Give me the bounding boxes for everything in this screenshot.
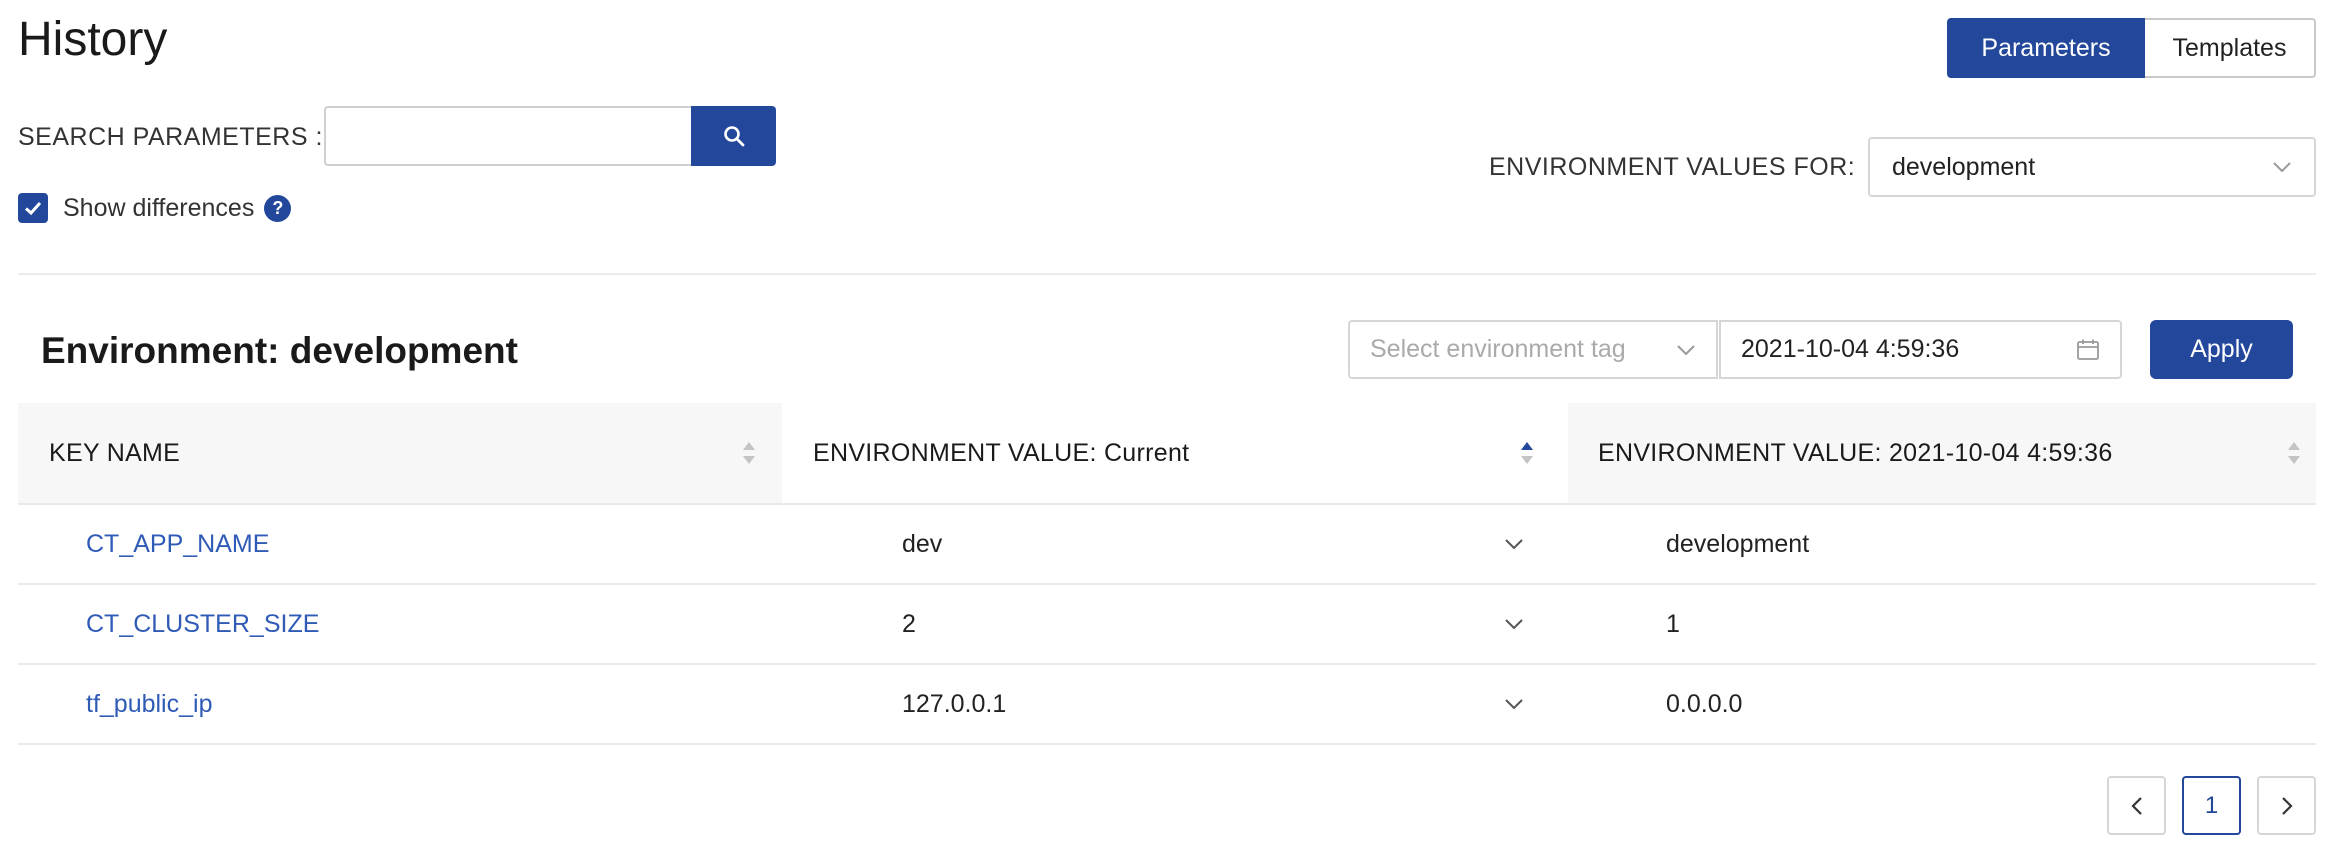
table-row: CT_APP_NAME dev development: [18, 505, 2316, 585]
key-name-link[interactable]: tf_public_ip: [86, 665, 212, 743]
show-differences-label[interactable]: Show differences: [63, 194, 254, 223]
key-name-link[interactable]: CT_CLUSTER_SIZE: [86, 585, 319, 663]
current-value: 127.0.0.1: [902, 689, 1007, 718]
search-input[interactable]: [324, 106, 692, 166]
column-header-label: ENVIRONMENT VALUE: Current: [813, 438, 1190, 467]
parameters-tab[interactable]: Parameters: [1947, 18, 2145, 78]
date-value: 2021-10-04 4:59:36: [1741, 335, 1960, 363]
column-header-historical-value[interactable]: ENVIRONMENT VALUE: 2021-10-04 4:59:36: [1568, 403, 2316, 503]
column-header-current-value[interactable]: ENVIRONMENT VALUE: Current: [782, 403, 1568, 503]
chevron-down-icon[interactable]: [1501, 691, 1527, 717]
sort-icon[interactable]: [2286, 439, 2302, 467]
previous-page-button[interactable]: [2107, 776, 2166, 835]
column-header-label: KEY NAME: [49, 438, 181, 467]
environment-select[interactable]: development: [1868, 137, 2316, 197]
historical-value: development: [1666, 529, 1810, 558]
show-differences: Show differences ?: [18, 193, 292, 223]
page-number-button[interactable]: 1: [2182, 776, 2241, 835]
environment-values-label: ENVIRONMENT VALUES FOR:: [1489, 153, 1856, 181]
historical-value: 0.0.0.0: [1666, 689, 1743, 718]
chevron-right-icon: [2281, 796, 2293, 815]
view-toggle: Parameters Templates: [1947, 18, 2316, 78]
chevron-down-icon: [1677, 344, 1695, 355]
table-header: KEY NAME ENVIRONMENT VALUE: Current ENVI…: [18, 403, 2316, 505]
chevron-down-icon[interactable]: [1501, 611, 1527, 637]
divider: [18, 273, 2316, 275]
current-value: 2: [902, 609, 916, 638]
column-header-key-name[interactable]: KEY NAME: [18, 403, 782, 503]
environment-select-value: development: [1892, 152, 2036, 181]
historical-value: 1: [1666, 609, 1680, 638]
calendar-icon: [2077, 339, 2099, 360]
apply-button[interactable]: Apply: [2150, 320, 2293, 379]
key-name-link[interactable]: CT_APP_NAME: [86, 505, 269, 583]
chevron-down-icon: [2273, 162, 2291, 173]
templates-tab[interactable]: Templates: [2145, 18, 2316, 78]
table-row: CT_CLUSTER_SIZE 2 1: [18, 585, 2316, 665]
date-picker[interactable]: 2021-10-04 4:59:36: [1719, 320, 2122, 379]
chevron-down-icon[interactable]: [1501, 531, 1527, 557]
show-differences-checkbox[interactable]: [18, 193, 48, 223]
sort-icon[interactable]: [741, 439, 757, 467]
section-title: Environment: development: [41, 330, 518, 371]
search-label: SEARCH PARAMETERS :: [18, 123, 323, 151]
environment-tag-select[interactable]: Select environment tag: [1348, 320, 1718, 379]
chevron-left-icon: [2130, 796, 2142, 815]
environment-tag-placeholder: Select environment tag: [1370, 335, 1626, 363]
search-icon: [723, 126, 744, 147]
search-button[interactable]: [691, 106, 776, 166]
help-icon[interactable]: ?: [264, 194, 292, 222]
current-value: dev: [902, 529, 943, 558]
sort-ascending-icon[interactable]: [1519, 439, 1535, 467]
column-header-label: ENVIRONMENT VALUE: 2021-10-04 4:59:36: [1598, 438, 2113, 467]
checkmark-icon: [24, 201, 42, 216]
next-page-button[interactable]: [2257, 776, 2316, 835]
table-row: tf_public_ip 127.0.0.1 0.0.0.0: [18, 665, 2316, 745]
page-title: History: [18, 13, 168, 66]
